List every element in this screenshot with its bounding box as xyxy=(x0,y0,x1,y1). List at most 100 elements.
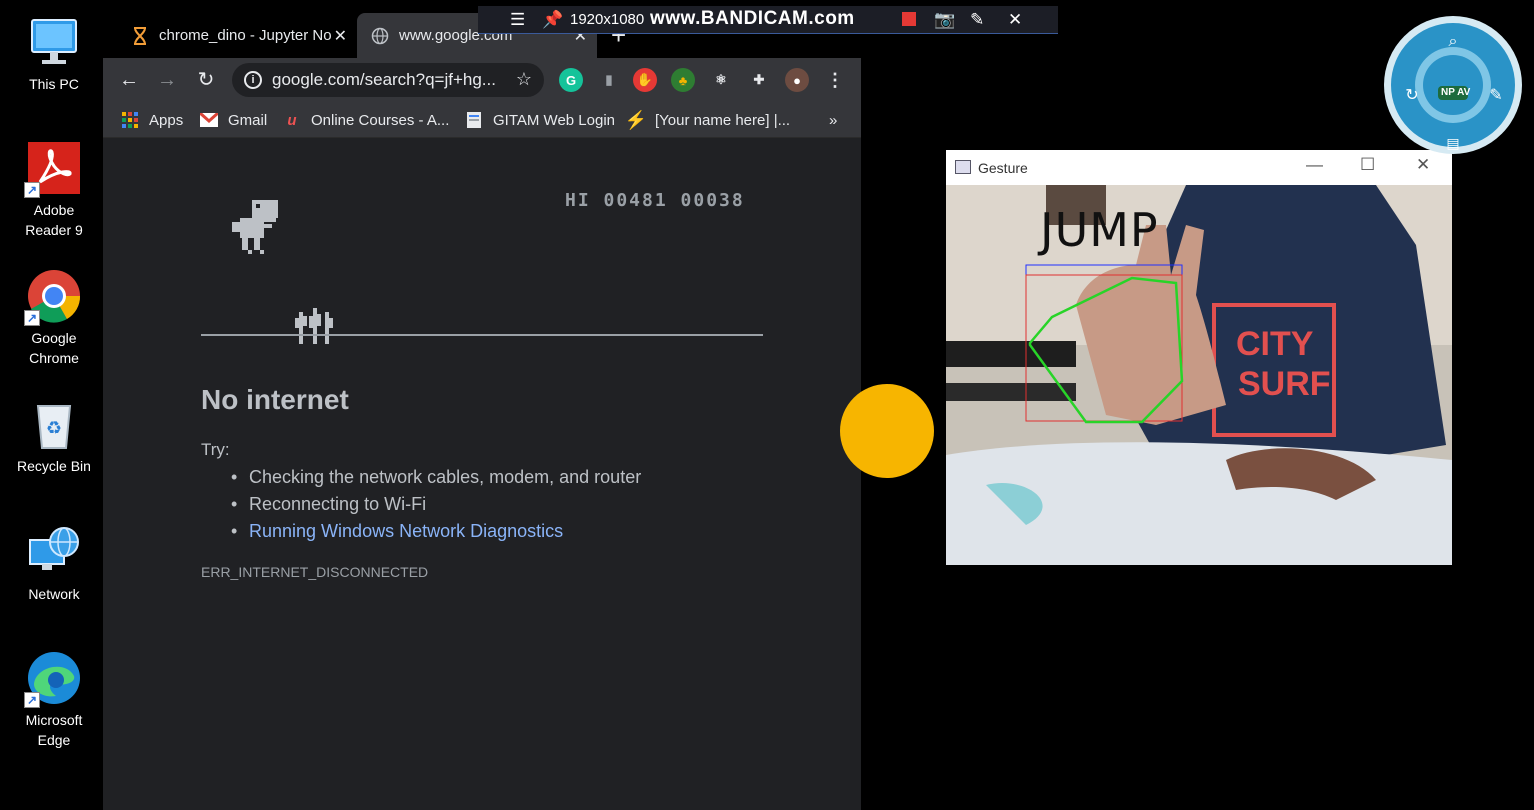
page-icon xyxy=(465,111,483,129)
bookmark-apps[interactable]: Apps xyxy=(121,109,183,131)
suggestion-item: Reconnecting to Wi-Fi xyxy=(231,491,641,518)
maximize-icon[interactable]: ☐ xyxy=(1360,155,1375,175)
udemy-icon: u xyxy=(287,111,297,129)
bookmark-online-courses[interactable]: u Online Courses - A... xyxy=(283,109,449,131)
cursor-highlight xyxy=(840,384,934,478)
svg-text:↻: ↻ xyxy=(1405,85,1418,104)
suggestion-item: Checking the network cables, modem, and … xyxy=(231,464,641,491)
desktop-icon-label: Network xyxy=(28,586,80,602)
profile-avatar[interactable]: ● xyxy=(785,68,809,92)
desktop-icon-label: This PC xyxy=(29,76,79,92)
google-chrome-shortcut[interactable]: ↗ Google Chrome xyxy=(10,268,98,368)
close-window-icon[interactable]: ✕ xyxy=(1416,155,1430,175)
svg-text:✎: ✎ xyxy=(1489,85,1502,104)
gesture-window: Gesture — ☐ ✕ JUMP CITY SURF xyxy=(946,150,1452,565)
shirt-print-line2: SURF xyxy=(1238,365,1331,403)
bandicam-brand: www.BANDICAM.com xyxy=(650,8,855,29)
microsoft-edge-shortcut[interactable]: ↗ Microsoft Edge xyxy=(10,650,98,750)
window-app-icon xyxy=(955,160,971,174)
address-bar[interactable]: i google.com/search?q=jf+hg... ☆ xyxy=(232,63,544,97)
adobe-pdf-icon: ↗ xyxy=(24,140,82,198)
bookmark-gitam[interactable]: GITAM Web Login xyxy=(465,109,615,131)
extensions-puzzle-icon[interactable]: ✚ xyxy=(747,68,771,92)
camera-feed: JUMP CITY SURF xyxy=(946,185,1452,565)
bookmark-label: [Your name here] |... xyxy=(655,111,791,129)
game-score: HI 00481 00038 xyxy=(565,190,745,211)
camera-icon[interactable]: 📷 xyxy=(934,10,955,30)
try-label: Try: xyxy=(201,440,230,459)
close-icon[interactable]: ✕ xyxy=(1008,10,1022,30)
recycle-bin-shortcut[interactable]: ♻ Recycle Bin xyxy=(10,396,98,476)
menu-icon[interactable]: ☰ xyxy=(510,10,525,30)
this-pc-shortcut[interactable]: This PC xyxy=(10,14,98,94)
suggestion-list: Checking the network cables, modem, and … xyxy=(231,464,641,545)
bookmarks-bar: Apps Gmail u Online Courses - A... GITAM… xyxy=(103,102,861,138)
globe-icon xyxy=(371,27,389,45)
network-shortcut[interactable]: Network xyxy=(10,524,98,604)
recording-resolution: 1920x1080 xyxy=(570,11,645,28)
bookmark-label: Apps xyxy=(149,111,184,129)
chrome-window: chrome_dino - Jupyter No ✕ www.google.co… xyxy=(103,0,861,810)
svg-text:▤: ▤ xyxy=(1446,136,1459,152)
offline-page: HI 00481 00038 No internet Try: • Checki… xyxy=(103,138,861,810)
bookmark-label: Gmail xyxy=(228,111,268,129)
camera-frame xyxy=(946,185,1452,565)
forward-arrow-icon[interactable]: → xyxy=(153,66,181,94)
browser-toolbar: ← → ↻ i google.com/search?q=jf+hg... ☆ G… xyxy=(103,58,861,102)
page-heading: No internet xyxy=(201,384,349,415)
bookmarks-overflow-button[interactable]: » xyxy=(829,109,837,131)
pin-icon[interactable]: 📌 xyxy=(542,10,563,30)
menu-kebab-icon[interactable]: ⋮ xyxy=(823,68,847,92)
desktop-icon-label: Google Chrome xyxy=(29,330,79,366)
ground-line xyxy=(201,334,763,336)
bandicam-toolbar: ☰ 📌 1920x1080 www.BANDICAM.com 📷 ✎ ✕ xyxy=(478,6,1058,34)
url-text[interactable]: google.com/search?q=jf+hg... xyxy=(272,70,502,90)
desktop-icon-label: Adobe Reader 9 xyxy=(25,202,83,238)
bookmark-star-icon[interactable]: ☆ xyxy=(516,69,532,90)
bolt-icon: ⚡ xyxy=(624,109,648,130)
react-devtools-icon[interactable]: ⚛ xyxy=(709,68,733,92)
cactus-icon xyxy=(295,308,333,344)
monitor-icon xyxy=(26,14,82,70)
recycle-bin-icon: ♻ xyxy=(26,396,82,452)
svg-text:⌕: ⌕ xyxy=(1449,31,1458,50)
bookmark-your-name[interactable]: ⚡ [Your name here] |... xyxy=(624,109,791,131)
grammarly-icon[interactable]: G xyxy=(559,68,583,92)
tab-jupyter[interactable]: chrome_dino - Jupyter No ✕ xyxy=(117,13,357,58)
npav-ring: ⌕ ↻ ✎ ▤ xyxy=(1384,16,1522,154)
shirt-print-line1: CITY xyxy=(1236,325,1314,363)
gesture-label: JUMP xyxy=(1040,203,1159,257)
hand-stop-icon[interactable]: ✋ xyxy=(633,68,657,92)
network-diagnostics-link[interactable]: Running Windows Network Diagnostics xyxy=(231,518,641,545)
npav-label: NP AV xyxy=(1441,87,1471,98)
desktop-icon-label: Recycle Bin xyxy=(17,458,91,474)
gmail-icon xyxy=(200,111,218,129)
dino-icon[interactable] xyxy=(228,198,284,256)
tab-title: chrome_dino - Jupyter No xyxy=(159,27,332,44)
network-globe-icon xyxy=(26,524,82,580)
back-arrow-icon[interactable]: ← xyxy=(115,66,143,94)
edge-icon: ↗ xyxy=(24,650,82,708)
bookmark-gmail[interactable]: Gmail xyxy=(200,109,267,131)
desktop-icon-label: Microsoft Edge xyxy=(25,712,83,748)
tree-extension-icon[interactable]: ♣ xyxy=(671,68,695,92)
npav-widget[interactable]: ⌕ ↻ ✎ ▤ NP AV xyxy=(1382,14,1524,156)
adobe-reader-shortcut[interactable]: ↗ Adobe Reader 9 xyxy=(10,140,98,240)
site-info-icon[interactable]: i xyxy=(244,71,262,89)
pencil-icon[interactable]: ✎ xyxy=(970,10,984,30)
shortcut-arrow-icon: ↗ xyxy=(24,182,40,198)
window-title: Gesture xyxy=(978,160,1028,176)
reload-icon[interactable]: ↻ xyxy=(192,66,220,94)
chrome-icon: ↗ xyxy=(24,268,82,326)
svg-text:♻: ♻ xyxy=(46,418,62,438)
apps-grid-icon xyxy=(121,111,139,129)
bookmark-label: GITAM Web Login xyxy=(493,111,615,129)
close-tab-icon[interactable]: ✕ xyxy=(334,26,347,46)
mouse-extension-icon[interactable]: ▮ xyxy=(597,68,621,92)
bookmark-label: Online Courses - A... xyxy=(311,111,450,129)
shortcut-arrow-icon: ↗ xyxy=(24,310,40,326)
minimize-icon[interactable]: — xyxy=(1306,155,1323,175)
stop-record-icon[interactable] xyxy=(902,12,916,26)
gesture-titlebar[interactable]: Gesture — ☐ ✕ xyxy=(946,150,1452,185)
shortcut-arrow-icon: ↗ xyxy=(24,692,40,708)
